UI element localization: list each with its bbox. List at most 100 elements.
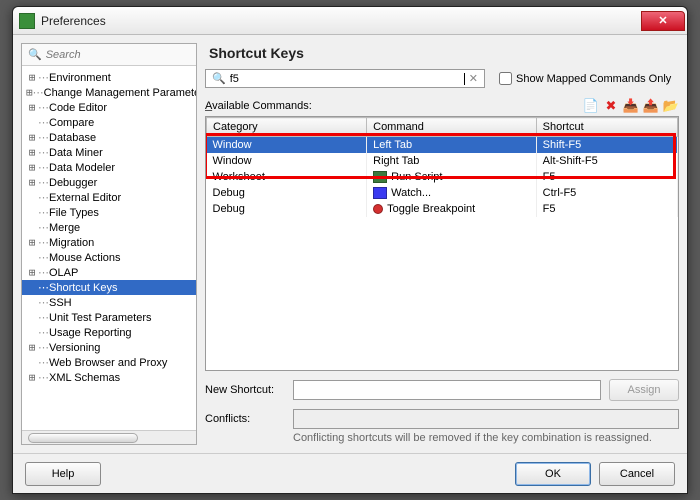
show-mapped-checkbox[interactable]	[499, 72, 512, 85]
sidebar-item[interactable]: ⋯ Mouse Actions	[22, 250, 196, 265]
sidebar-item-label: Merge	[49, 222, 80, 234]
sidebar-item[interactable]: ⋯ Compare	[22, 115, 196, 130]
col-command[interactable]: Command	[367, 118, 537, 137]
preferences-dialog: Preferences ✕ 🔍 ⊞⋯ Environment⊞⋯ Change …	[12, 6, 688, 494]
grid-toolbar: 📄 ✖ 📥 📤 📂	[583, 98, 679, 114]
col-category[interactable]: Category	[207, 118, 367, 137]
search-icon: 🔍	[28, 48, 42, 61]
clear-filter-icon[interactable]: ✕	[469, 72, 478, 85]
sidebar-item[interactable]: ⊞⋯ Database	[22, 130, 196, 145]
expand-icon[interactable]: ⊞	[26, 86, 33, 99]
expand-icon[interactable]: ⊞	[26, 161, 38, 174]
filter-input[interactable]	[230, 73, 459, 85]
dialog-footer: Help OK Cancel	[13, 453, 687, 493]
sidebar-item-label: Data Miner	[49, 147, 103, 159]
sidebar-item-label: Code Editor	[49, 102, 107, 114]
table-row[interactable]: WindowLeft TabShift-F5	[207, 137, 678, 154]
sidebar-item[interactable]: ⋯ Shortcut Keys	[22, 280, 196, 295]
sidebar-item-label: Change Management Parameters	[44, 87, 196, 99]
tree-hscrollbar[interactable]	[22, 430, 196, 444]
sidebar-item[interactable]: ⋯ Merge	[22, 220, 196, 235]
filter-row: 🔍 ✕ Show Mapped Commands Only	[205, 69, 679, 88]
expand-icon[interactable]: ⊞	[26, 341, 38, 354]
available-row: AAvailable Commands:vailable Commands: 📄…	[205, 98, 679, 114]
conflicts-hint: Conflicting shortcuts will be removed if…	[293, 431, 679, 445]
sidebar-item[interactable]: ⊞⋯ Code Editor	[22, 100, 196, 115]
bp-icon	[373, 204, 383, 214]
expand-icon[interactable]: ⊞	[26, 131, 38, 144]
sidebar-item[interactable]: ⊞⋯ Change Management Parameters	[22, 85, 196, 100]
new-shortcut-input[interactable]	[293, 380, 601, 400]
table-row[interactable]: WorksheetRun ScriptF5	[207, 169, 678, 185]
window-title: Preferences	[41, 14, 641, 28]
expand-icon[interactable]: ⊞	[26, 176, 38, 189]
sidebar-item[interactable]: ⋯ File Types	[22, 205, 196, 220]
import-icon[interactable]: 📥	[623, 98, 639, 114]
conflicts-label: Conflicts:	[205, 413, 285, 425]
scrollbar-thumb[interactable]	[28, 433, 138, 443]
sidebar-item[interactable]: ⊞⋯ Debugger	[22, 175, 196, 190]
sidebar-item-label: External Editor	[49, 192, 121, 204]
assign-button[interactable]: Assign	[609, 379, 679, 401]
sidebar-item[interactable]: ⊞⋯ Versioning	[22, 340, 196, 355]
table-row[interactable]: DebugWatch...Ctrl-F5	[207, 185, 678, 201]
filter-box[interactable]: 🔍 ✕	[205, 69, 485, 88]
sidebar-item[interactable]: ⋯ Usage Reporting	[22, 325, 196, 340]
titlebar[interactable]: Preferences ✕	[13, 7, 687, 35]
export-icon[interactable]: 📤	[643, 98, 659, 114]
close-button[interactable]: ✕	[641, 11, 685, 31]
sidebar-search[interactable]: 🔍	[22, 44, 196, 66]
panel-heading: Shortcut Keys	[209, 45, 679, 61]
col-shortcut[interactable]: Shortcut	[536, 118, 677, 137]
sidebar-item-label: Web Browser and Proxy	[49, 357, 167, 369]
expand-icon[interactable]: ⊞	[26, 371, 38, 384]
sidebar-item-label: Compare	[49, 117, 94, 129]
sidebar-item[interactable]: ⋯ Web Browser and Proxy	[22, 355, 196, 370]
sidebar-item-label: SSH	[49, 297, 72, 309]
sidebar-item[interactable]: ⋯ External Editor	[22, 190, 196, 205]
main-panel: Shortcut Keys 🔍 ✕ Show Mapped Commands O…	[205, 43, 679, 445]
sidebar-item[interactable]: ⊞⋯ OLAP	[22, 265, 196, 280]
sidebar-item-label: Versioning	[49, 342, 100, 354]
new-shortcut-label: New Shortcut:	[205, 384, 285, 396]
available-commands-label: AAvailable Commands:vailable Commands:	[205, 100, 312, 112]
new-shortcut-row: New Shortcut: Assign	[205, 379, 679, 401]
table-row[interactable]: DebugToggle BreakpointF5	[207, 201, 678, 217]
expand-icon[interactable]: ⊞	[26, 71, 38, 84]
folder-icon[interactable]: 📂	[663, 98, 679, 114]
commands-grid[interactable]: Category Command Shortcut WindowLeft Tab…	[206, 117, 678, 217]
sidebar-item[interactable]: ⋯ Unit Test Parameters	[22, 310, 196, 325]
sidebar-item-label: Shortcut Keys	[49, 282, 117, 294]
sidebar-item[interactable]: ⊞⋯ Data Miner	[22, 145, 196, 160]
sidebar-item[interactable]: ⋯ SSH	[22, 295, 196, 310]
sidebar-item[interactable]: ⊞⋯ Data Modeler	[22, 160, 196, 175]
help-button[interactable]: Help	[25, 462, 101, 486]
conflicts-row: Conflicts:	[205, 409, 679, 429]
sidebar-item-label: XML Schemas	[49, 372, 120, 384]
table-row[interactable]: WindowRight TabAlt-Shift-F5	[207, 153, 678, 169]
sidebar-item-label: File Types	[49, 207, 99, 219]
text-caret	[464, 73, 465, 85]
run-icon	[373, 171, 387, 183]
expand-icon[interactable]: ⊞	[26, 101, 38, 114]
conflicts-field	[293, 409, 679, 429]
copy-icon[interactable]: 📄	[583, 98, 599, 114]
sidebar-item[interactable]: ⊞⋯ Environment	[22, 70, 196, 85]
sidebar-item[interactable]: ⊞⋯ XML Schemas	[22, 370, 196, 385]
category-tree[interactable]: ⊞⋯ Environment⊞⋯ Change Management Param…	[22, 66, 196, 430]
ok-button[interactable]: OK	[515, 462, 591, 486]
expand-icon[interactable]: ⊞	[26, 236, 38, 249]
show-mapped-label: Show Mapped Commands Only	[516, 73, 671, 85]
sidebar-item[interactable]: ⊞⋯ Migration	[22, 235, 196, 250]
sidebar-search-input[interactable]	[46, 49, 190, 61]
show-mapped-only[interactable]: Show Mapped Commands Only	[499, 72, 671, 85]
expand-icon[interactable]: ⊞	[26, 266, 38, 279]
sidebar-item-label: Migration	[49, 237, 94, 249]
delete-icon[interactable]: ✖	[603, 98, 619, 114]
expand-icon[interactable]: ⊞	[26, 146, 38, 159]
commands-grid-container: Category Command Shortcut WindowLeft Tab…	[205, 116, 679, 371]
sidebar-item-label: Usage Reporting	[49, 327, 132, 339]
sidebar-item-label: Environment	[49, 72, 111, 84]
cancel-button[interactable]: Cancel	[599, 462, 675, 486]
sidebar-item-label: Debugger	[49, 177, 97, 189]
